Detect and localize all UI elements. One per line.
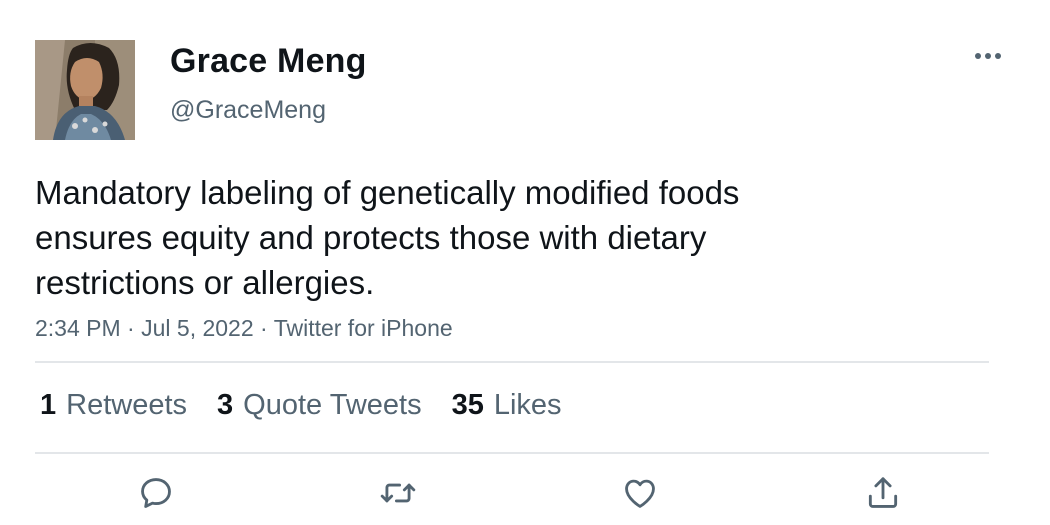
divider bbox=[35, 452, 989, 454]
reply-button[interactable] bbox=[131, 470, 181, 520]
user-handle[interactable]: @GraceMeng bbox=[170, 96, 326, 125]
tweet-metadata: 2:34 PM · Jul 5, 2022 · Twitter for iPho… bbox=[35, 315, 453, 342]
avatar[interactable] bbox=[35, 40, 135, 140]
quote-tweets-stat[interactable]: 3 Quote Tweets bbox=[217, 389, 422, 422]
quote-tweets-label: Quote Tweets bbox=[243, 388, 422, 421]
like-button[interactable] bbox=[615, 470, 665, 520]
display-name[interactable]: Grace Meng bbox=[170, 42, 367, 81]
tweet-text: Mandatory labeling of genetically modifi… bbox=[35, 174, 740, 301]
tweet-date[interactable]: Jul 5, 2022 bbox=[141, 315, 254, 341]
likes-label: Likes bbox=[493, 388, 562, 421]
share-button[interactable] bbox=[858, 470, 908, 520]
more-dots-icon bbox=[974, 47, 1002, 65]
likes-stat[interactable]: 35 Likes bbox=[452, 389, 562, 422]
tweet-stats: 1 Retweets 3 Quote Tweets 35 Likes bbox=[40, 383, 562, 427]
retweets-count: 1 bbox=[40, 388, 57, 421]
retweets-label: Retweets bbox=[66, 388, 188, 421]
tweet-time[interactable]: 2:34 PM bbox=[35, 315, 121, 341]
retweets-stat[interactable]: 1 Retweets bbox=[40, 389, 187, 422]
quote-tweets-count: 3 bbox=[217, 388, 234, 421]
retweet-icon bbox=[378, 474, 418, 517]
reply-icon bbox=[137, 474, 175, 517]
share-icon bbox=[864, 474, 902, 517]
tweet-source[interactable]: Twitter for iPhone bbox=[274, 315, 453, 341]
retweet-button[interactable] bbox=[373, 470, 423, 520]
like-icon bbox=[621, 474, 659, 517]
meta-separator: · bbox=[127, 315, 135, 341]
divider bbox=[35, 361, 989, 363]
more-menu-button[interactable] bbox=[966, 40, 1010, 72]
meta-separator: · bbox=[260, 315, 268, 341]
action-bar bbox=[0, 470, 1050, 520]
likes-count: 35 bbox=[451, 388, 484, 421]
